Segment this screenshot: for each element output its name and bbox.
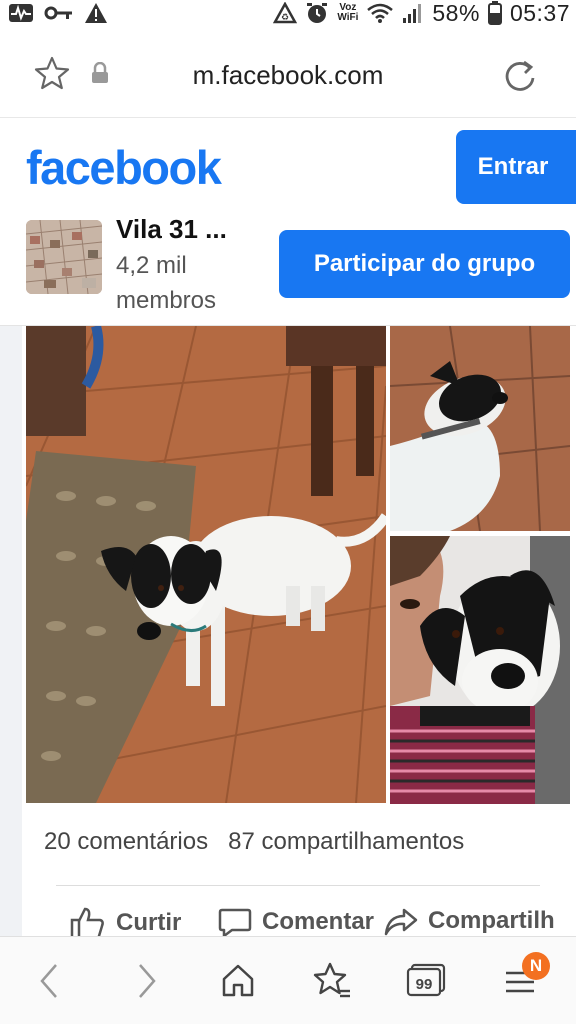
- tabs-icon: 99: [406, 963, 446, 997]
- clock: 05:37: [509, 0, 570, 26]
- facebook-header: facebook Entrar: [0, 118, 576, 214]
- comments-count[interactable]: 20 comentários: [44, 828, 208, 855]
- battery-icon: [487, 1, 502, 25]
- warning-icon: [85, 3, 107, 23]
- login-button[interactable]: Entrar: [456, 130, 576, 204]
- group-header: Vila 31 ... 4,2 mil membros Participar d…: [0, 214, 576, 326]
- tabs-button[interactable]: 99: [406, 963, 446, 1002]
- shares-count[interactable]: 87 compartilhamentos: [228, 828, 464, 855]
- wifi-label: WiFi: [337, 12, 359, 23]
- key-icon: [44, 6, 72, 20]
- browser-url-bar: m.facebook.com: [0, 36, 576, 118]
- status-right-icons: ♻ Voz WiFi 58% 05:37: [273, 0, 570, 26]
- browser-bottom-nav: 99: [0, 936, 576, 1024]
- post-stats: 20 comentários 87 compartilhamentos: [44, 828, 464, 856]
- like-button[interactable]: Curtir: [70, 906, 181, 940]
- wifi-icon: [367, 3, 394, 23]
- share-label: Compartilh: [428, 907, 555, 934]
- signal-icon: [403, 4, 422, 23]
- post-photo-bottom-right[interactable]: [390, 536, 570, 804]
- voz-wifi-label: Voz WiFi: [337, 3, 358, 23]
- divider: [56, 885, 540, 886]
- reload-icon[interactable]: [502, 58, 538, 94]
- status-bar: ♻ Voz WiFi 58% 05:37: [0, 0, 576, 26]
- svg-text:♻: ♻: [281, 12, 289, 22]
- comment-button[interactable]: Comentar: [218, 906, 374, 938]
- back-icon[interactable]: [36, 961, 62, 1001]
- like-label: Curtir: [116, 909, 182, 936]
- data-saver-icon: ♻: [273, 2, 298, 24]
- facebook-logo[interactable]: facebook: [26, 140, 222, 195]
- status-left-icons: [8, 0, 108, 26]
- battery-percent: 58%: [432, 0, 480, 26]
- bookmarks-icon[interactable]: [312, 961, 352, 1001]
- url-text[interactable]: m.facebook.com: [0, 60, 576, 91]
- group-member-count: 4,2 mil membros: [116, 252, 217, 314]
- group-cover-thumbnail[interactable]: [26, 220, 102, 294]
- alarm-icon: [307, 3, 328, 23]
- join-group-button[interactable]: Participar do grupo: [279, 230, 570, 298]
- post-photo-main[interactable]: [26, 326, 386, 803]
- comment-label: Comentar: [262, 908, 375, 935]
- post-photo-top-right[interactable]: [390, 326, 570, 531]
- forward-icon[interactable]: [134, 961, 160, 1001]
- tabs-count: 99: [416, 976, 433, 993]
- page-margin: [0, 326, 22, 936]
- notification-badge: N: [522, 952, 550, 980]
- phone-screen: { "status_bar": { "network_label": "Voz\…: [0, 0, 576, 1024]
- comment-icon: [218, 908, 252, 938]
- group-name[interactable]: Vila 31 ...: [116, 214, 227, 245]
- share-button[interactable]: Compartilh: [384, 906, 555, 936]
- home-icon[interactable]: [220, 961, 256, 999]
- share-icon: [384, 908, 418, 936]
- thumbs-up-icon: [70, 907, 104, 940]
- activity-icon: [9, 4, 33, 22]
